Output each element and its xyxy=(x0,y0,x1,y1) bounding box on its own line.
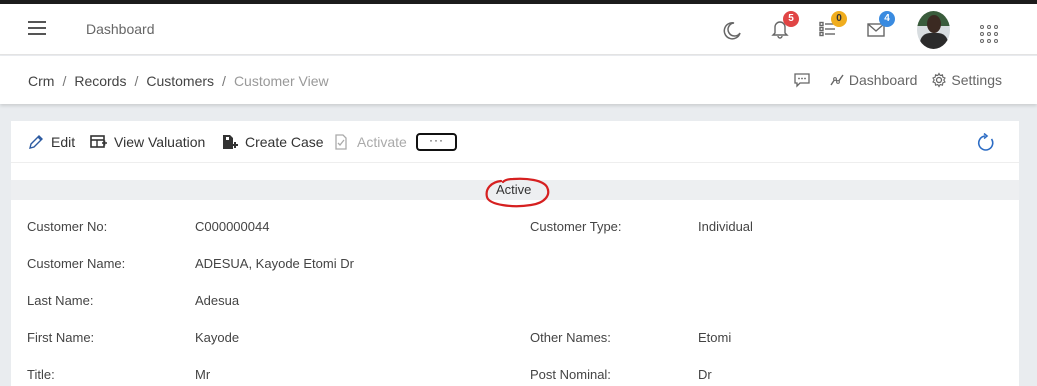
first-name-value: Kayode xyxy=(195,330,240,345)
more-actions-button[interactable]: ··· xyxy=(416,133,457,151)
table-icon xyxy=(90,135,107,148)
title-label: Title: xyxy=(27,367,55,382)
breadcrumb-separator: / xyxy=(222,73,226,89)
pencil-icon xyxy=(29,135,43,149)
breadcrumb-item-customers[interactable]: Customers xyxy=(146,73,214,89)
breadcrumb-separator: / xyxy=(62,73,67,89)
activate-button[interactable]: Activate xyxy=(333,134,407,150)
customer-view-card: Edit View Valuation Create Case Activate… xyxy=(11,121,1019,386)
dashboard-link-label: Dashboard xyxy=(848,72,918,88)
first-name-label: First Name: xyxy=(27,330,95,345)
breadcrumb-current: Customer View xyxy=(233,73,329,89)
title-value: Mr xyxy=(195,367,211,382)
customer-no-label: Customer No: xyxy=(27,219,108,234)
top-navbar: Dashboard 5 0 4 xyxy=(0,4,1037,55)
messages-envelope-icon[interactable]: 4 xyxy=(863,11,895,42)
action-toolbar: Edit View Valuation Create Case Activate… xyxy=(11,121,1019,163)
settings-link[interactable]: Settings xyxy=(931,72,1002,88)
breadcrumb: Crm / Records / Customers / Customer Vie… xyxy=(28,73,329,89)
notifications-bell-icon[interactable]: 5 xyxy=(767,11,799,42)
dark-mode-moon-icon[interactable] xyxy=(719,16,745,42)
case-add-icon xyxy=(223,135,238,149)
red-annotation-circle xyxy=(485,177,550,208)
post-nominal-value: Dr xyxy=(698,367,712,382)
tasks-badge: 0 xyxy=(831,11,847,27)
create-case-label: Create Case xyxy=(245,134,324,150)
other-names-label: Other Names: xyxy=(530,330,611,345)
post-nominal-label: Post Nominal: xyxy=(530,367,611,382)
other-names-value: Etomi xyxy=(698,330,732,345)
customer-name-value: ADESUA, Kayode Etomi Dr xyxy=(195,256,354,271)
customer-name-label: Customer Name: xyxy=(27,256,126,271)
gear-icon xyxy=(932,72,947,88)
view-valuation-label: View Valuation xyxy=(114,134,206,150)
menu-icon[interactable] xyxy=(28,21,46,35)
last-name-label: Last Name: xyxy=(27,293,94,308)
page-title: Dashboard xyxy=(86,21,155,37)
settings-link-label: Settings xyxy=(951,72,1002,88)
breadcrumb-item-records[interactable]: Records xyxy=(74,73,126,89)
messages-badge: 4 xyxy=(879,11,895,27)
comment-icon[interactable] xyxy=(793,72,815,88)
breadcrumb-actions: Dashboard Settings xyxy=(779,72,1002,88)
document-check-icon xyxy=(335,134,347,150)
customer-type-label: Customer Type: xyxy=(530,219,622,234)
chart-line-icon xyxy=(830,74,844,86)
edit-label: Edit xyxy=(51,134,76,150)
notifications-badge: 5 xyxy=(783,11,799,27)
edit-button[interactable]: Edit xyxy=(27,134,75,150)
last-name-value: Adesua xyxy=(195,293,240,308)
refresh-icon[interactable] xyxy=(976,132,996,158)
customer-type-value: Individual xyxy=(698,219,753,234)
breadcrumb-bar: Crm / Records / Customers / Customer Vie… xyxy=(0,56,1037,104)
apps-grid-icon[interactable] xyxy=(980,25,998,43)
dashboard-link[interactable]: Dashboard xyxy=(829,72,918,88)
view-valuation-button[interactable]: View Valuation xyxy=(90,134,205,150)
customer-no-value: C000000044 xyxy=(195,219,270,234)
user-avatar[interactable] xyxy=(917,11,950,49)
tasks-list-icon[interactable]: 0 xyxy=(815,11,847,42)
breadcrumb-separator: / xyxy=(134,73,139,89)
breadcrumb-item-crm[interactable]: Crm xyxy=(28,73,54,89)
activate-label: Activate xyxy=(357,134,407,150)
create-case-button[interactable]: Create Case xyxy=(221,134,324,150)
